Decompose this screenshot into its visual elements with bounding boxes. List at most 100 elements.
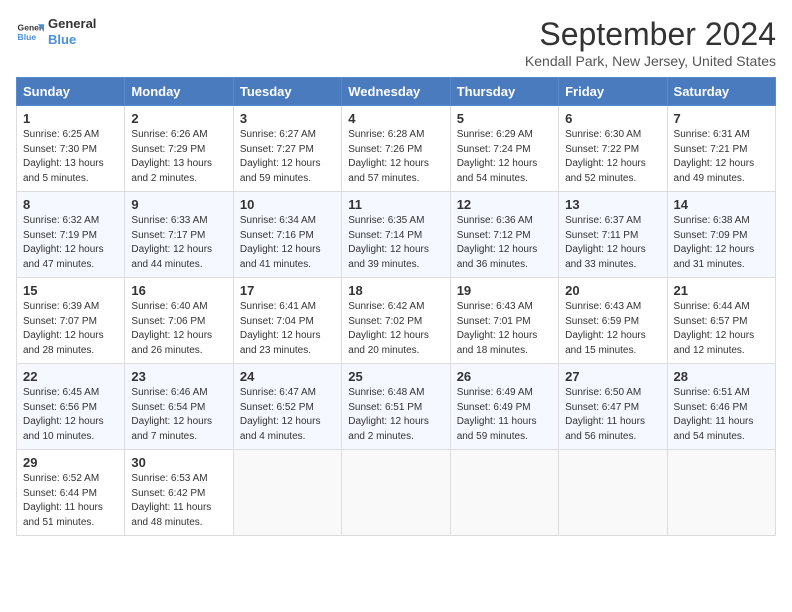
svg-text:General: General	[18, 22, 44, 32]
day-number: 2	[131, 111, 226, 126]
day-info: Sunrise: 6:41 AMSunset: 7:04 PMDaylight:…	[240, 300, 335, 358]
weekday-header-wednesday: Wednesday	[342, 78, 450, 106]
calendar-cell: 29 Sunrise: 6:52 AMSunset: 6:44 PMDayligh…	[17, 450, 125, 536]
calendar-cell: 27Sunrise: 6:50 AMSunset: 6:47 PMDayligh…	[559, 364, 667, 450]
calendar-cell: 6Sunrise: 6:30 AMSunset: 7:22 PMDaylight…	[559, 106, 667, 192]
day-info: Sunrise: 6:48 AMSunset: 6:51 PMDaylight:…	[348, 386, 443, 444]
logo-icon: General Blue	[16, 18, 44, 46]
weekday-header-friday: Friday	[559, 78, 667, 106]
calendar-cell: 8 Sunrise: 6:32 AMSunset: 7:19 PMDaylight…	[17, 192, 125, 278]
day-number: 8	[23, 197, 118, 212]
day-number: 16	[131, 283, 226, 298]
calendar-week-3: 15 Sunrise: 6:39 AMSunset: 7:07 PMDayligh…	[17, 278, 776, 364]
day-info: Sunrise: 6:42 AMSunset: 7:02 PMDaylight:…	[348, 300, 443, 358]
calendar-week-1: 1Sunrise: 6:25 AMSunset: 7:30 PMDaylight…	[17, 106, 776, 192]
day-number: 7	[674, 111, 769, 126]
calendar-cell: 15 Sunrise: 6:39 AMSunset: 7:07 PMDayligh…	[17, 278, 125, 364]
day-number: 30	[131, 455, 226, 470]
day-info: Sunrise: 6:26 AMSunset: 7:29 PMDaylight:…	[131, 128, 226, 186]
day-number: 22	[23, 369, 118, 384]
calendar-cell: 12Sunrise: 6:36 AMSunset: 7:12 PMDayligh…	[450, 192, 558, 278]
calendar-cell: 23 Sunrise: 6:46 AMSunset: 6:54 PMDayligh…	[125, 364, 233, 450]
logo-line2: Blue	[48, 32, 96, 48]
svg-text:Blue: Blue	[18, 31, 37, 41]
day-number: 9	[131, 197, 226, 212]
day-number: 5	[457, 111, 552, 126]
day-info: Sunrise: 6:28 AMSunset: 7:26 PMDaylight:…	[348, 128, 443, 186]
day-info: Sunrise: 6:29 AMSunset: 7:24 PMDaylight:…	[457, 128, 552, 186]
day-info: Sunrise: 6:37 AMSunset: 7:11 PMDaylight:…	[565, 214, 660, 272]
calendar-cell: 16 Sunrise: 6:40 AMSunset: 7:06 PMDayligh…	[125, 278, 233, 364]
day-info: Sunrise: 6:50 AMSunset: 6:47 PMDaylight:…	[565, 386, 660, 444]
day-number: 28	[674, 369, 769, 384]
day-info: Sunrise: 6:27 AMSunset: 7:27 PMDaylight:…	[240, 128, 335, 186]
day-info: Sunrise: 6:52 AMSunset: 6:44 PMDaylight:…	[23, 472, 118, 530]
day-number: 3	[240, 111, 335, 126]
page-header: General Blue General Blue September 2024…	[16, 16, 776, 69]
day-info: Sunrise: 6:30 AMSunset: 7:22 PMDaylight:…	[565, 128, 660, 186]
calendar-cell: 20 Sunrise: 6:43 AMSunset: 6:59 PMDayligh…	[559, 278, 667, 364]
day-info: Sunrise: 6:36 AMSunset: 7:12 PMDaylight:…	[457, 214, 552, 272]
day-info: Sunrise: 6:43 AMSunset: 7:01 PMDaylight:…	[457, 300, 552, 358]
calendar-cell: 9 Sunrise: 6:33 AMSunset: 7:17 PMDaylight…	[125, 192, 233, 278]
calendar-week-5: 29 Sunrise: 6:52 AMSunset: 6:44 PMDayligh…	[17, 450, 776, 536]
day-number: 26	[457, 369, 552, 384]
calendar-cell: 5 Sunrise: 6:29 AMSunset: 7:24 PMDaylight…	[450, 106, 558, 192]
day-info: Sunrise: 6:45 AMSunset: 6:56 PMDaylight:…	[23, 386, 118, 444]
calendar-cell: 1Sunrise: 6:25 AMSunset: 7:30 PMDaylight…	[17, 106, 125, 192]
weekday-header-thursday: Thursday	[450, 78, 558, 106]
day-info: Sunrise: 6:47 AMSunset: 6:52 PMDaylight:…	[240, 386, 335, 444]
weekday-header-monday: Monday	[125, 78, 233, 106]
day-number: 17	[240, 283, 335, 298]
logo-line1: General	[48, 16, 96, 32]
title-block: September 2024 Kendall Park, New Jersey,…	[525, 16, 776, 69]
day-info: Sunrise: 6:43 AMSunset: 6:59 PMDaylight:…	[565, 300, 660, 358]
day-number: 10	[240, 197, 335, 212]
day-number: 11	[348, 197, 443, 212]
day-number: 1	[23, 111, 118, 126]
calendar-cell: 25Sunrise: 6:48 AMSunset: 6:51 PMDayligh…	[342, 364, 450, 450]
day-number: 23	[131, 369, 226, 384]
calendar-table: SundayMondayTuesdayWednesdayThursdayFrid…	[16, 77, 776, 536]
day-number: 20	[565, 283, 660, 298]
calendar-cell: 14Sunrise: 6:38 AMSunset: 7:09 PMDayligh…	[667, 192, 775, 278]
calendar-cell	[342, 450, 450, 536]
calendar-cell: 19 Sunrise: 6:43 AMSunset: 7:01 PMDayligh…	[450, 278, 558, 364]
day-number: 29	[23, 455, 118, 470]
calendar-cell: 4Sunrise: 6:28 AMSunset: 7:26 PMDaylight…	[342, 106, 450, 192]
day-info: Sunrise: 6:35 AMSunset: 7:14 PMDaylight:…	[348, 214, 443, 272]
day-number: 24	[240, 369, 335, 384]
calendar-cell: 22 Sunrise: 6:45 AMSunset: 6:56 PMDayligh…	[17, 364, 125, 450]
day-info: Sunrise: 6:44 AMSunset: 6:57 PMDaylight:…	[674, 300, 769, 358]
calendar-header-row: SundayMondayTuesdayWednesdayThursdayFrid…	[17, 78, 776, 106]
day-number: 15	[23, 283, 118, 298]
location-subtitle: Kendall Park, New Jersey, United States	[525, 53, 776, 69]
calendar-cell: 17 Sunrise: 6:41 AMSunset: 7:04 PMDayligh…	[233, 278, 341, 364]
day-info: Sunrise: 6:31 AMSunset: 7:21 PMDaylight:…	[674, 128, 769, 186]
day-number: 13	[565, 197, 660, 212]
calendar-cell: 30Sunrise: 6:53 AMSunset: 6:42 PMDayligh…	[125, 450, 233, 536]
day-number: 19	[457, 283, 552, 298]
logo: General Blue General Blue	[16, 16, 96, 47]
calendar-cell: 3 Sunrise: 6:27 AMSunset: 7:27 PMDaylight…	[233, 106, 341, 192]
calendar-cell	[233, 450, 341, 536]
day-info: Sunrise: 6:32 AMSunset: 7:19 PMDaylight:…	[23, 214, 118, 272]
month-title: September 2024	[525, 16, 776, 53]
calendar-cell: 26Sunrise: 6:49 AMSunset: 6:49 PMDayligh…	[450, 364, 558, 450]
day-info: Sunrise: 6:40 AMSunset: 7:06 PMDaylight:…	[131, 300, 226, 358]
weekday-header-tuesday: Tuesday	[233, 78, 341, 106]
calendar-cell: 24 Sunrise: 6:47 AMSunset: 6:52 PMDayligh…	[233, 364, 341, 450]
calendar-cell: 7 Sunrise: 6:31 AMSunset: 7:21 PMDaylight…	[667, 106, 775, 192]
calendar-cell: 21 Sunrise: 6:44 AMSunset: 6:57 PMDayligh…	[667, 278, 775, 364]
calendar-week-2: 8 Sunrise: 6:32 AMSunset: 7:19 PMDaylight…	[17, 192, 776, 278]
day-number: 21	[674, 283, 769, 298]
calendar-cell	[450, 450, 558, 536]
calendar-cell: 10Sunrise: 6:34 AMSunset: 7:16 PMDayligh…	[233, 192, 341, 278]
day-info: Sunrise: 6:39 AMSunset: 7:07 PMDaylight:…	[23, 300, 118, 358]
day-info: Sunrise: 6:46 AMSunset: 6:54 PMDaylight:…	[131, 386, 226, 444]
calendar-cell: 18Sunrise: 6:42 AMSunset: 7:02 PMDayligh…	[342, 278, 450, 364]
day-info: Sunrise: 6:33 AMSunset: 7:17 PMDaylight:…	[131, 214, 226, 272]
calendar-cell	[559, 450, 667, 536]
calendar-cell: 13 Sunrise: 6:37 AMSunset: 7:11 PMDayligh…	[559, 192, 667, 278]
weekday-header-sunday: Sunday	[17, 78, 125, 106]
